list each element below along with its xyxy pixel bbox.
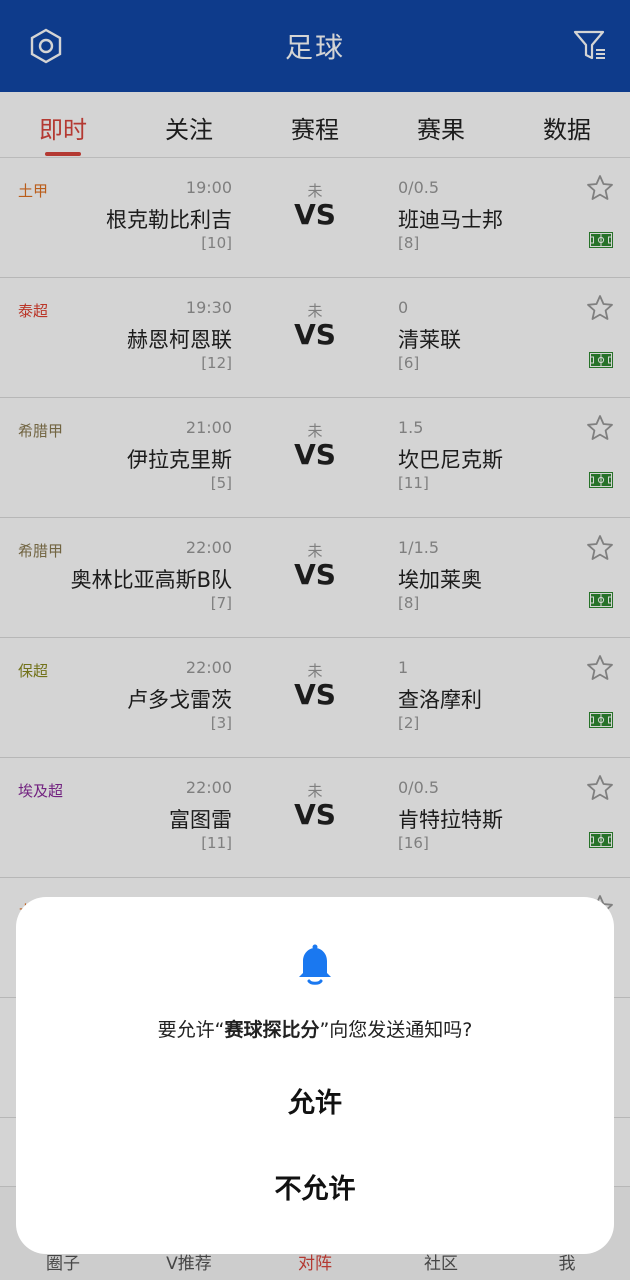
message-suffix: ”向您发送通知吗? [319, 1019, 473, 1041]
message-prefix: 要允许“ [157, 1019, 225, 1041]
notification-permission-dialog: 要允许“赛球探比分”向您发送通知吗? 允许 不允许 [16, 897, 614, 1254]
app-name: 赛球探比分 [224, 1019, 320, 1041]
deny-button[interactable]: 不允许 [165, 1167, 465, 1211]
dialog-message: 要允许“赛球探比分”向您发送通知吗? [16, 1015, 614, 1042]
allow-button[interactable]: 允许 [165, 1081, 465, 1125]
bell-icon [299, 944, 331, 985]
